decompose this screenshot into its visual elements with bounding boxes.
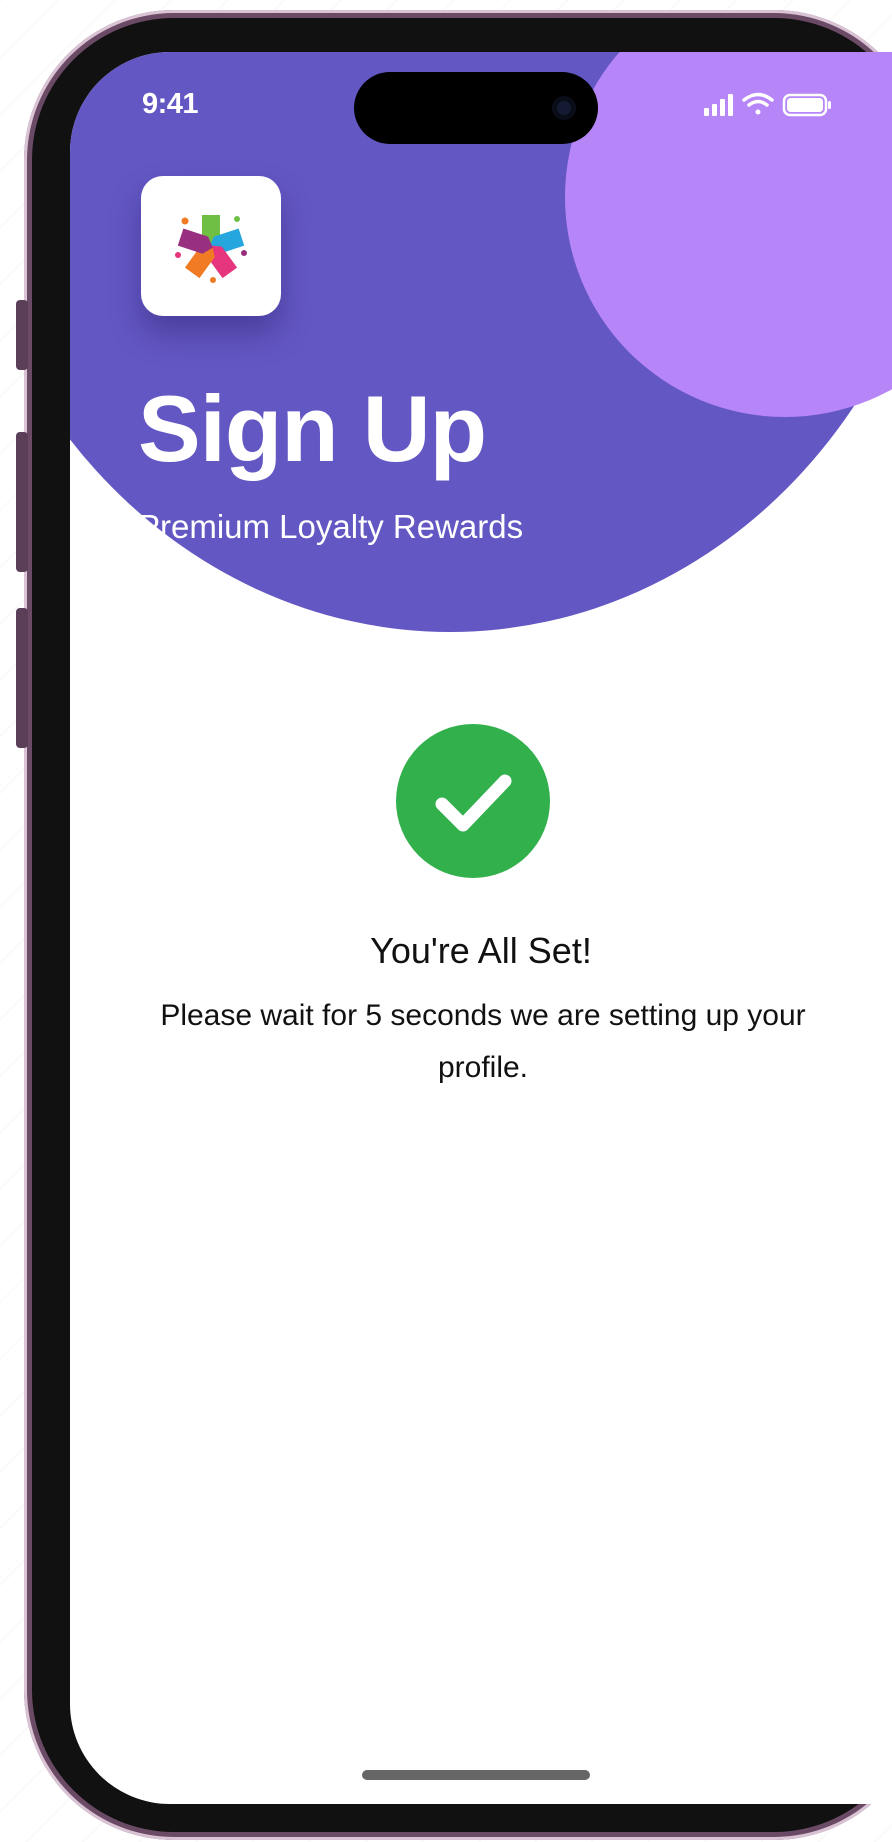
wifi-icon bbox=[742, 92, 774, 115]
check-icon bbox=[435, 774, 512, 832]
app-screen: 9:41 Sign Up Premium Loyalty Rewards You… bbox=[70, 52, 892, 1804]
camera-icon bbox=[552, 96, 576, 120]
status-time: 9:41 bbox=[142, 88, 199, 120]
volume-down-button bbox=[16, 608, 28, 748]
volume-up-button bbox=[16, 432, 28, 572]
home-indicator[interactable] bbox=[362, 1770, 590, 1780]
success-badge bbox=[396, 724, 550, 878]
page-title: Sign Up bbox=[138, 376, 487, 481]
confirmation-title: You're All Set! bbox=[370, 930, 592, 971]
mute-switch bbox=[16, 300, 28, 370]
status-icons bbox=[704, 90, 854, 120]
loyalty-tags-logo-icon bbox=[175, 215, 247, 283]
app-logo bbox=[141, 176, 281, 316]
page-subtitle: Premium Loyalty Rewards bbox=[138, 508, 524, 545]
dynamic-island bbox=[354, 72, 598, 144]
battery-icon bbox=[782, 93, 831, 117]
confirmation-message: Please wait for 5 seconds we are setting… bbox=[160, 999, 806, 1084]
signal-icon bbox=[704, 94, 733, 116]
